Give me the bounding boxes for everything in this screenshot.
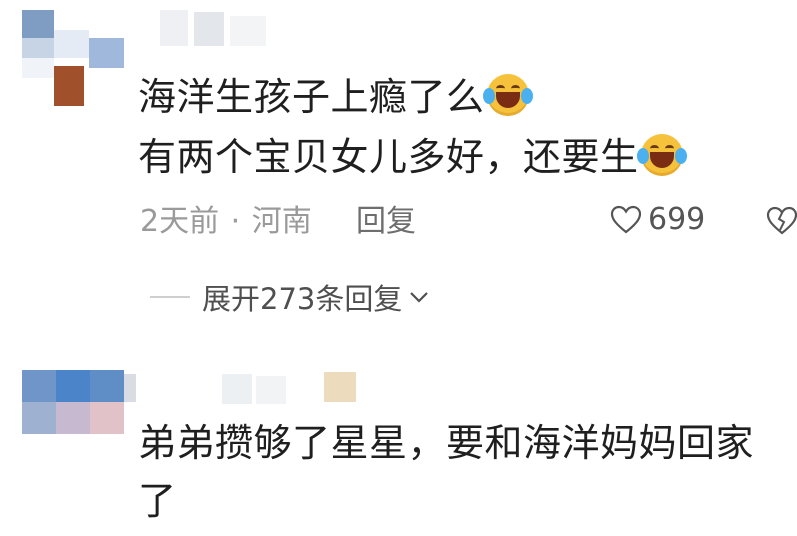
comment-location: 河南 — [251, 204, 312, 239]
comment-2-line-2: 了 — [138, 479, 177, 523]
comment-time: 2天前 — [140, 204, 220, 239]
expand-replies-button[interactable]: 展开273条回复 — [150, 276, 430, 318]
comment-1-username[interactable] — [160, 10, 270, 54]
expand-divider — [150, 296, 190, 298]
comment-1-line-1-text: 海洋生孩子上瘾了么 — [138, 75, 485, 119]
comment-1-meta: 2天前 · 河南 — [140, 202, 312, 242]
comment-1-line-2: 有两个宝贝女儿多好，还要生 — [138, 134, 687, 180]
meta-separator: · — [230, 204, 241, 239]
comment-1-line-1: 海洋生孩子上瘾了么 — [138, 74, 533, 120]
comment-2-line-1: 弟弟攒够了星星，要和海洋妈妈回家 — [138, 421, 755, 465]
chevron-down-icon — [410, 292, 429, 303]
reply-button[interactable]: 回复 — [356, 202, 416, 242]
like-button[interactable]: 699 — [610, 200, 705, 240]
heart-outline-icon — [610, 205, 642, 234]
comment-1-line-2-text: 有两个宝贝女儿多好，还要生 — [138, 135, 639, 179]
expand-replies-label: 展开273条回复 — [202, 282, 403, 316]
comment-2-avatar[interactable] — [22, 370, 137, 436]
like-count: 699 — [648, 202, 706, 237]
laughing-tears-emoji-icon — [482, 74, 533, 116]
comment-2-username[interactable] — [160, 372, 360, 408]
dislike-button[interactable] — [766, 206, 797, 238]
laughing-tears-emoji-icon — [636, 134, 687, 176]
broken-heart-icon — [766, 206, 797, 235]
comment-1-avatar[interactable] — [22, 10, 127, 110]
